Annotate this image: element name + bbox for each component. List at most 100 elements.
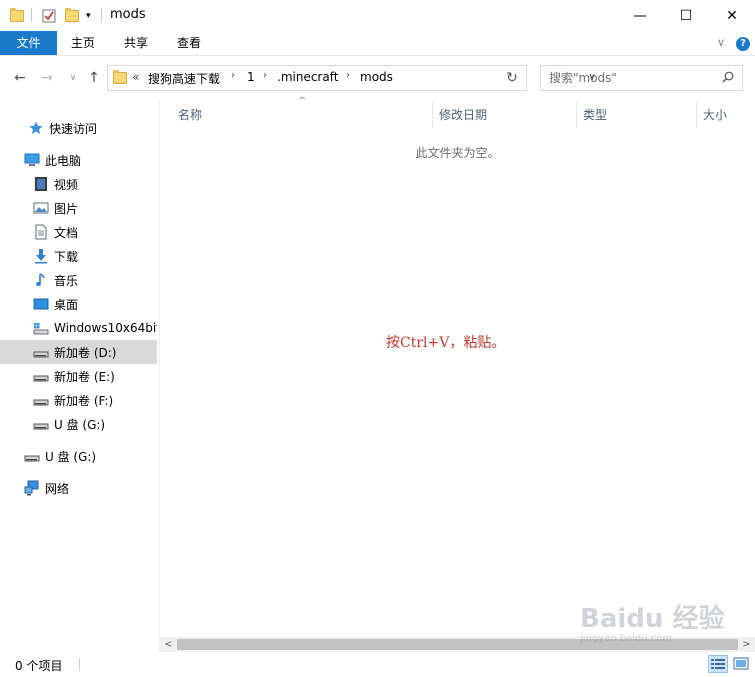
scroll-right-arrow-icon[interactable]: > [738,637,755,652]
breadcrumb-mods[interactable]: mods [360,70,393,84]
large-icons-view-icon [733,657,749,670]
video-icon [35,177,47,191]
large-icons-view-button[interactable] [731,655,751,673]
status-divider [79,658,80,671]
file-list-pane[interactable]: ^ 名称 修改日期 类型 大小 此文件夹为空。 按Ctrl+V，粘贴。 < > [160,96,755,652]
column-divider[interactable] [576,102,577,128]
new-folder-icon[interactable] [65,6,79,26]
maximize-button[interactable]: ☐ [663,0,709,31]
documents-icon [35,224,47,240]
sidebar-item-network[interactable]: 网络 [0,476,157,500]
search-input[interactable] [549,67,719,89]
window-title: mods [110,7,146,22]
close-button[interactable]: ✕ [709,0,755,31]
sidebar-item-label: 网络 [45,481,70,496]
details-view-icon [711,659,725,669]
drive-icon [33,351,49,358]
system-drive-icon [33,323,49,335]
sidebar-item-label: 文档 [54,225,79,240]
drive-icon [33,375,49,382]
tab-home[interactable]: 主页 [60,31,106,55]
title-bar: ▾ mods — ☐ ✕ [0,0,755,31]
usb-drive-icon [33,423,49,430]
toolbar-separator [101,8,102,22]
customize-toolbar-icon[interactable]: ▾ [86,6,91,26]
drive-icon [33,399,49,406]
tab-view[interactable]: 查看 [166,31,212,55]
watermark-brand: Baidu 经验 [580,604,725,634]
sidebar-item-system-drive[interactable]: Windows10x64bit [0,316,157,340]
sidebar-item-label: 图片 [54,201,79,216]
column-header-date-modified[interactable]: 修改日期 [439,100,487,130]
column-divider[interactable] [432,102,433,128]
forward-button[interactable]: → [37,67,57,89]
sidebar-item-drive-f[interactable]: 新加卷 (F:) [0,388,157,412]
baidu-watermark-logo: Baidu 经验 jingyan.baidu.com [580,598,724,644]
sidebar-item-label: 新加卷 (F:) [54,393,114,408]
address-bar[interactable]: « 搜狗高速下载 › 1 › .minecraft › mods ∨ [107,65,596,91]
sidebar-item-drive-e[interactable]: 新加卷 (E:) [0,364,157,388]
sidebar-item-pictures[interactable]: 图片 [0,196,157,220]
sidebar-item-label: 此电脑 [45,153,82,168]
refresh-button[interactable]: ↻ [498,65,527,91]
usb-drive-icon [24,455,40,462]
expand-ribbon-chevron-icon[interactable]: ∨ [712,31,730,55]
breadcrumb-separator[interactable]: › [231,70,235,81]
sidebar-item-usb-g[interactable]: U 盘 (G:) [0,412,157,436]
sidebar-item-videos[interactable]: 视频 [0,172,157,196]
sidebar-item-label: 新加卷 (E:) [54,369,115,384]
search-box[interactable] [540,65,743,91]
minimize-button[interactable]: — [617,0,663,31]
sidebar-item-usb-g-root[interactable]: U 盘 (G:) [0,444,157,468]
sidebar-item-drive-d[interactable]: 新加卷 (D:) [0,340,157,364]
sidebar-item-label: Windows10x64bit [54,321,157,335]
status-bar: 0 个项目 [0,652,755,677]
sidebar-item-label: 新加卷 (D:) [54,345,117,360]
sidebar-item-quick-access[interactable]: 快速访问 [0,116,157,140]
annotation-text: 按Ctrl+V，粘贴。 [386,335,506,351]
sidebar-item-label: 下载 [54,249,79,264]
column-divider[interactable] [696,102,697,128]
sidebar-item-label: 视频 [54,177,79,192]
network-icon [24,480,39,496]
sidebar-item-label: 快速访问 [49,121,98,136]
sidebar-item-label: U 盘 (G:) [54,417,106,432]
breadcrumb-separator[interactable]: › [263,70,267,81]
sidebar-item-desktop[interactable]: 桌面 [0,292,157,316]
sidebar-item-this-pc[interactable]: 此电脑 [0,148,157,172]
desktop-icon [33,298,49,310]
navigation-pane: 快速访问 此电脑 视频 图片 文档 下载 音乐 桌面 Windows10x64b… [0,100,160,652]
computer-icon [24,153,40,166]
folder-app-icon [10,6,24,26]
help-icon[interactable]: ? [736,37,750,51]
sort-ascending-icon: ^ [298,96,307,107]
item-count: 0 个项目 [15,659,63,673]
toolbar-separator [31,8,32,22]
back-button[interactable]: ← [10,67,30,89]
sidebar-item-downloads[interactable]: 下载 [0,244,157,268]
column-header-type[interactable]: 类型 [583,100,607,130]
breadcrumb-sogou-download[interactable]: 搜狗高速下载 [148,70,220,87]
empty-folder-message: 此文件夹为空。 [415,146,500,160]
breadcrumb-1[interactable]: 1 [247,70,255,84]
search-icon[interactable] [722,71,734,83]
scroll-left-arrow-icon[interactable]: < [160,637,177,652]
breadcrumb-separator[interactable]: › [346,70,350,81]
column-header-size[interactable]: 大小 [703,100,727,130]
tab-file[interactable]: 文件 [0,31,57,55]
sidebar-item-music[interactable]: 音乐 [0,268,157,292]
breadcrumb-minecraft[interactable]: .minecraft [277,70,338,84]
sidebar-item-label: U 盘 (G:) [45,449,97,464]
sidebar-item-label: 音乐 [54,273,79,288]
column-header-name[interactable]: 名称 [178,100,202,130]
tab-share[interactable]: 共享 [113,31,159,55]
path-overflow[interactable]: « [132,70,139,84]
star-icon [29,121,43,134]
music-icon [36,273,45,286]
up-button[interactable]: ↑ [84,67,104,89]
properties-icon[interactable] [42,6,56,26]
pictures-icon [33,202,49,214]
sidebar-item-documents[interactable]: 文档 [0,220,157,244]
details-view-button[interactable] [708,655,728,673]
recent-locations-button[interactable]: ∨ [63,67,83,89]
